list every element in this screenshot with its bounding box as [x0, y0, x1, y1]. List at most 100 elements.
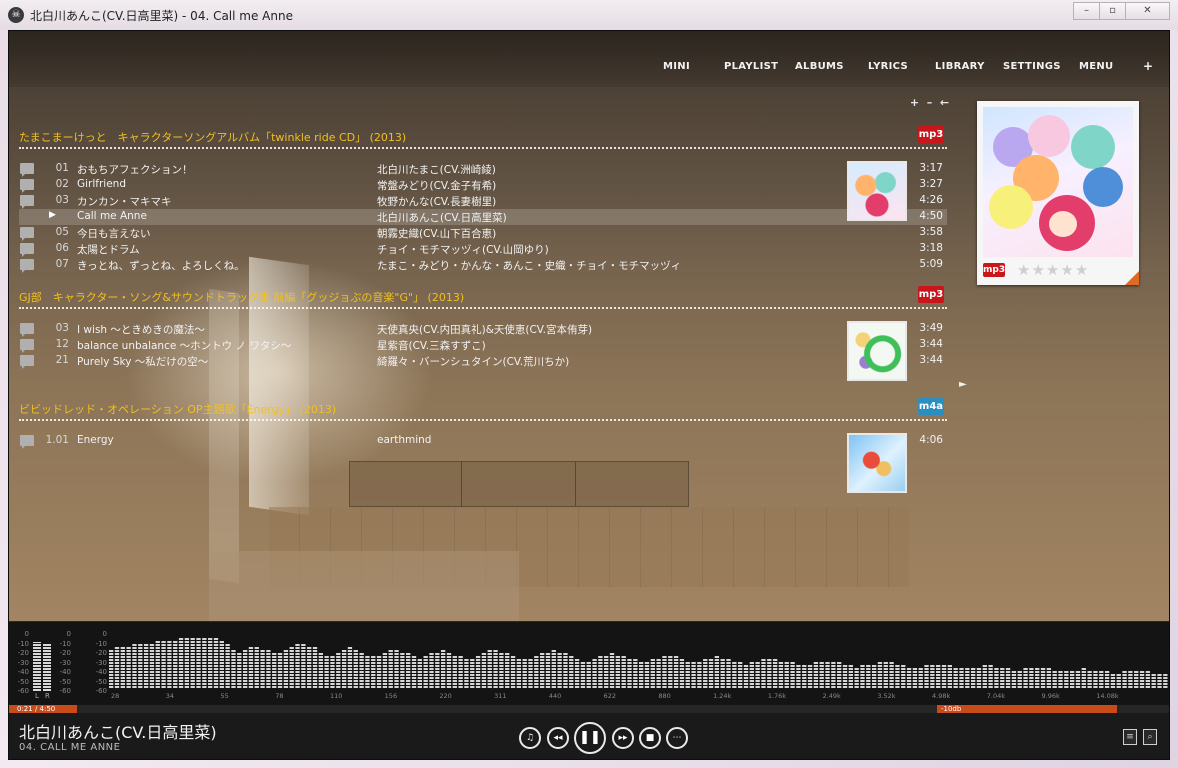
- track-row[interactable]: 12 balance unbalance ～ホントウ ノ ワタシ～ 星紫音(CV…: [19, 337, 947, 353]
- spectrum-bar-segment: [173, 641, 178, 643]
- spectrum-bar-segment: [132, 677, 137, 679]
- next-button[interactable]: ▸▸: [612, 727, 634, 749]
- nav-playlist[interactable]: PLAYLIST: [724, 61, 778, 72]
- spectrum-bar-segment: [1017, 680, 1022, 682]
- spectrum-bar-segment: [149, 662, 155, 664]
- collapse-all-button[interactable]: –: [924, 96, 935, 109]
- search-icon[interactable]: ⌕: [1143, 729, 1157, 745]
- spectrum-bar-segment: [930, 683, 935, 685]
- spectrum-bar-segment: [289, 686, 294, 688]
- nav-add-button[interactable]: +: [1143, 59, 1153, 73]
- spectrum-bar-segment: [219, 671, 224, 673]
- nav-settings[interactable]: SETTINGS: [1003, 61, 1061, 72]
- spectrum-bar-segment: [149, 668, 155, 670]
- spectrum-bar-segment: [545, 680, 551, 682]
- spectrum-bar-segment: [417, 665, 422, 667]
- star-icon[interactable]: ★: [1017, 261, 1030, 279]
- album-thumbnail[interactable]: [847, 161, 907, 221]
- spectrum-bar-segment: [639, 677, 644, 679]
- track-row[interactable]: 06 太陽とドラム チョイ・モチマッヅィ(CV.山岡ゆり) 3:18: [19, 241, 947, 257]
- back-button[interactable]: ←: [939, 96, 950, 109]
- nav-mini[interactable]: MINI: [663, 61, 690, 72]
- album-header[interactable]: GJ部 キャラクター・ソング&サウンドトラック集 前編「グッジョぶの音楽"G"」…: [19, 286, 947, 309]
- spectrum-bar-segment: [627, 668, 632, 670]
- volume-level[interactable]: -10db: [937, 705, 1117, 713]
- spectrum-bar-segment: [242, 653, 248, 655]
- spectrum-bar-segment: [708, 665, 714, 667]
- album-thumbnail[interactable]: [847, 433, 907, 493]
- star-icon[interactable]: ★: [1031, 261, 1044, 279]
- album-header[interactable]: ビビッドレッド・オペレーション OP主題歌「Energy」 (2013) m4a: [19, 398, 947, 421]
- spectrum-bar-segment: [633, 671, 638, 673]
- spectrum-bar-segment: [446, 674, 452, 676]
- spectrum-bar-segment: [732, 680, 737, 682]
- spectrum-bar-segment: [213, 641, 219, 643]
- spectrum-bar-segment: [825, 668, 830, 670]
- spectrum-bar-segment: [545, 686, 551, 688]
- spectrum-bar-segment: [475, 671, 481, 673]
- track-row[interactable]: 03 カンカン・マキマキ 牧野かんな(CV.長妻樹里) 4:26: [19, 193, 947, 209]
- star-icon[interactable]: ★: [1060, 261, 1073, 279]
- nav-lyrics[interactable]: LYRICS: [868, 61, 908, 72]
- star-icon[interactable]: ★: [1075, 261, 1088, 279]
- spectrum-bar-segment: [650, 659, 655, 661]
- rating-stars[interactable]: ★ ★ ★ ★ ★: [1017, 261, 1088, 279]
- spectrum-bar-segment: [493, 659, 498, 661]
- track-row[interactable]: 01 おもちアフェクション！ 北白川たまこ(CV.洲崎綾) 3:17: [19, 161, 947, 177]
- track-row[interactable]: 07 きっとね、ずっとね、よろしくね。 たまこ・みどり・かんな・あんこ・史織・チ…: [19, 257, 947, 273]
- spectrum-bar-segment: [569, 671, 574, 673]
- minimize-button[interactable]: –: [1073, 2, 1100, 20]
- window-titlebar[interactable]: ☠ 北白川あんこ(CV.日高里菜) - 04. Call me Anne – ▫…: [0, 0, 1178, 30]
- queue-button[interactable]: ⋯: [666, 727, 688, 749]
- frequency-label: 1.24k: [713, 692, 732, 700]
- spectrum-bar-segment: [639, 668, 644, 670]
- spectrum-bar-segment: [208, 668, 213, 670]
- track-row-playing[interactable]: ▶ Call me Anne 北白川あんこ(CV.日高里菜) 4:50: [19, 209, 947, 225]
- spectrum-bar-segment: [1128, 680, 1133, 682]
- spectrum-bar-segment: [475, 677, 481, 679]
- track-row[interactable]: 02 Girlfriend 常盤みどり(CV.金子有希) 3:27: [19, 177, 947, 193]
- spectrum-bar-segment: [190, 683, 195, 685]
- close-button[interactable]: ✕: [1125, 2, 1170, 20]
- app-skull-icon[interactable]: ☠: [8, 7, 24, 23]
- spectrum-bar-segment: [347, 674, 353, 676]
- spectrum-bar-segment: [254, 662, 259, 664]
- spectrum-bar-segment: [493, 650, 498, 652]
- stop-button[interactable]: ■: [639, 727, 661, 749]
- music-note-button[interactable]: ♫: [519, 727, 541, 749]
- spectrum-bar-segment: [1081, 686, 1086, 688]
- track-row[interactable]: 21 Purely Sky ～私だけの空～ 綺羅々・バーンシュタイン(CV.荒川…: [19, 353, 947, 369]
- maximize-button[interactable]: ▫: [1099, 2, 1126, 20]
- spectrum-bar-segment: [755, 680, 760, 682]
- album-thumbnail[interactable]: [847, 321, 907, 381]
- expand-panel-arrow-icon[interactable]: ►: [959, 379, 967, 390]
- spectrum-bar-segment: [213, 647, 219, 649]
- spectrum-bar-segment: [598, 674, 603, 676]
- nav-albums[interactable]: ALBUMS: [795, 61, 844, 72]
- previous-button[interactable]: ◂◂: [547, 727, 569, 749]
- nav-menu[interactable]: MENU: [1079, 61, 1113, 72]
- nav-library[interactable]: LIBRARY: [935, 61, 985, 72]
- track-row[interactable]: 1.01 Energy earthmind 4:06: [19, 433, 947, 449]
- now-playing-cover[interactable]: mp3 ★ ★ ★ ★ ★: [977, 101, 1139, 285]
- spectrum-bar-segment: [738, 677, 743, 679]
- spectrum-bar-segment: [1075, 674, 1081, 676]
- frequency-label: 34: [165, 692, 175, 700]
- spectrum-bar-segment: [312, 677, 318, 679]
- pause-button[interactable]: ❚❚: [574, 722, 606, 754]
- spectrum-bar-segment: [819, 677, 824, 679]
- spectrum-bar-segment: [149, 653, 155, 655]
- spectrum-bar-segment: [1151, 683, 1156, 685]
- playlist-page-icon[interactable]: ≡: [1123, 729, 1137, 745]
- spectrum-bar-segment: [213, 653, 219, 655]
- star-icon[interactable]: ★: [1046, 261, 1059, 279]
- album-header[interactable]: たまこまーけっと キャラクターソングアルバム「twinkle ride CD」 …: [19, 126, 947, 149]
- track-note-icon: [20, 355, 34, 369]
- spectrum-bar-segment: [213, 671, 219, 673]
- track-title: Call me Anne: [77, 210, 147, 222]
- track-row[interactable]: 03 I wish ～ときめきの魔法～ 天使真央(CV.内田真礼)&天使恵(CV…: [19, 321, 947, 337]
- spectrum-bar-segment: [481, 653, 487, 655]
- expand-all-button[interactable]: +: [909, 96, 920, 109]
- spectrum-bar-segment: [219, 662, 224, 664]
- track-row[interactable]: 05 今日も言えない 朝霧史織(CV.山下百合恵) 3:58: [19, 225, 947, 241]
